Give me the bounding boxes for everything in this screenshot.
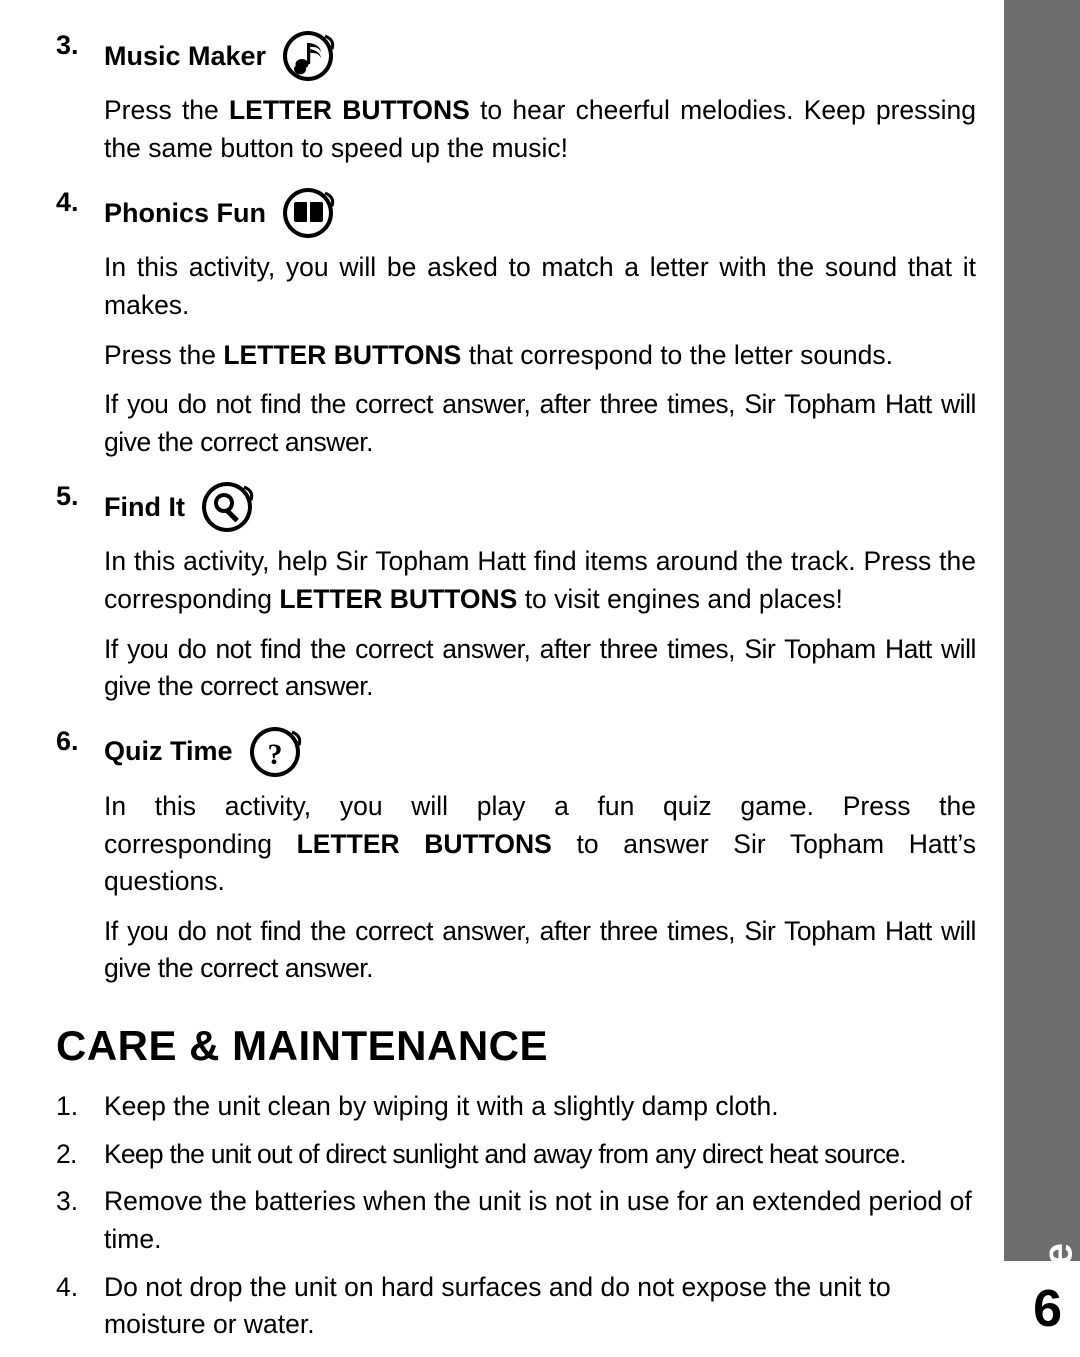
activity-number: 3. — [56, 30, 79, 60]
activity-paragraph: Press the LETTER BUTTONS that correspond… — [104, 339, 893, 370]
activity-number: 4. — [56, 187, 79, 218]
care-item-number: 3. — [56, 1186, 79, 1217]
activity-find-it: 5. Find It In this activity, help Sir To… — [0, 481, 1000, 706]
care-item-text: Remove the batteries when the unit is no… — [104, 1186, 972, 1254]
magnifier-icon — [199, 481, 257, 533]
side-tab: Activities / Care & Maintenance — [1004, 0, 1080, 1261]
page-content: 3. Music Maker Press the LETTER BUTTONS … — [0, 0, 1000, 1354]
activity-paragraph: In this activity, you will play a fun qu… — [104, 790, 976, 897]
music-note-icon — [280, 30, 338, 82]
activity-heading: 6. Quiz Time ? — [0, 726, 1000, 778]
activity-title: Music Maker — [104, 40, 267, 71]
question-mark-icon: ? — [247, 726, 305, 778]
activity-paragraph: In this activity, you will be asked to m… — [104, 252, 976, 320]
page-number: 6 — [1033, 1280, 1062, 1338]
activity-music-maker: 3. Music Maker Press the LETTER BUTTONS … — [0, 30, 1000, 167]
care-list-item: 2. Keep the unit out of direct sunlight … — [0, 1136, 1000, 1174]
activity-number: 5. — [56, 481, 79, 512]
care-list-item: 3. Remove the batteries when the unit is… — [0, 1183, 1000, 1258]
care-and-maintenance-title: CARE & MAINTENANCE — [56, 1022, 548, 1069]
activity-heading: 3. Music Maker — [0, 30, 1000, 82]
activity-paragraph: In this activity, help Sir Topham Hatt f… — [104, 546, 976, 614]
care-list-item: 4. Do not drop the unit on hard surfaces… — [0, 1269, 1000, 1344]
activity-phonics-fun: 4. Phonics Fun In this activity, you wil… — [0, 187, 1000, 461]
activity-heading: 5. Find It — [0, 481, 1000, 533]
care-item-text: Do not drop the unit on hard surfaces an… — [104, 1271, 891, 1340]
activity-title: Find It — [104, 491, 185, 522]
activity-title: Quiz Time — [104, 736, 233, 767]
care-item-number: 1. — [56, 1091, 79, 1121]
activity-number: 6. — [56, 725, 79, 756]
svg-text:?: ? — [267, 738, 282, 771]
activity-title: Phonics Fun — [104, 197, 266, 228]
care-list-item: 1. Keep the unit clean by wiping it with… — [0, 1088, 1000, 1126]
care-item-number: 4. — [56, 1271, 79, 1302]
activity-heading: 4. Phonics Fun — [0, 187, 1000, 239]
side-tab-label: Activities / Care & Maintenance — [1034, 1243, 1080, 1261]
care-item-number: 2. — [56, 1138, 77, 1169]
phonics-book-icon — [280, 187, 338, 239]
care-item-text: Keep the unit clean by wiping it with a … — [104, 1091, 779, 1121]
activity-quiz-time: 6. Quiz Time ? In this activity, you wil… — [0, 726, 1000, 988]
care-item-text: Keep the unit out of direct sunlight and… — [104, 1138, 907, 1169]
activity-paragraph: If you do not find the correct answer, a… — [104, 915, 976, 984]
activity-paragraph: Press the LETTER BUTTONS to hear cheerfu… — [104, 95, 976, 163]
activity-paragraph: If you do not find the correct answer, a… — [104, 633, 976, 702]
activity-paragraph: If you do not find the correct answer, a… — [104, 389, 976, 457]
